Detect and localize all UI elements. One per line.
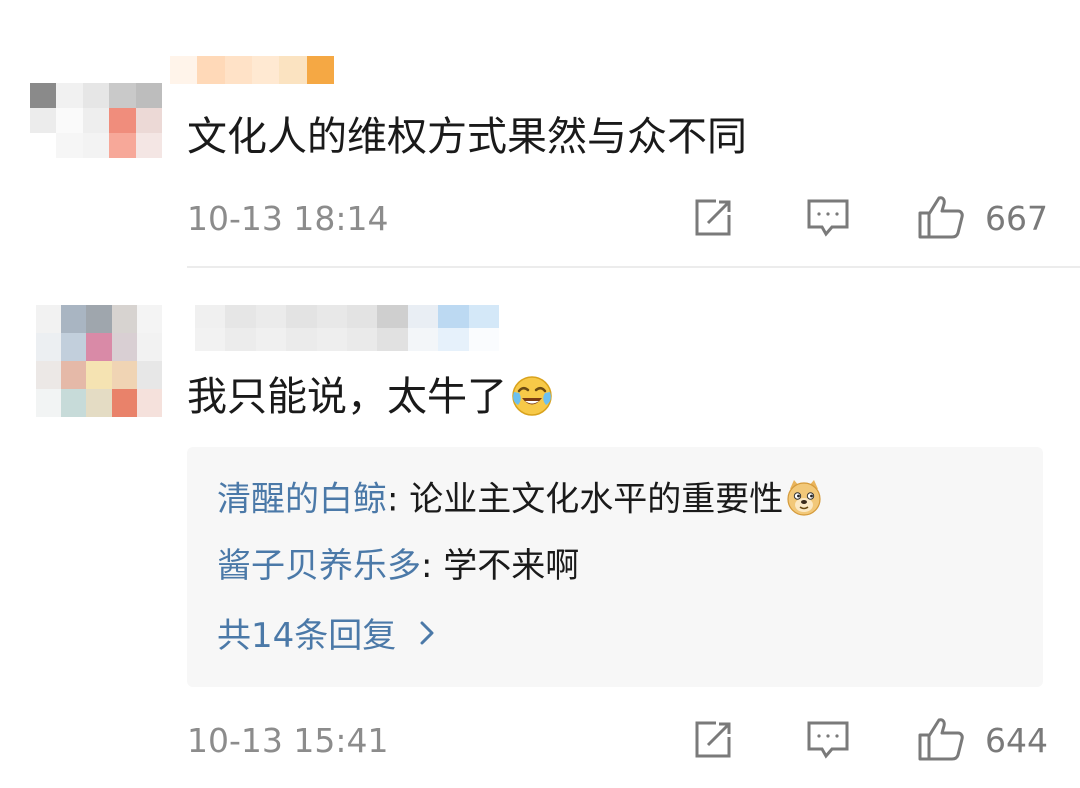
reply-box[interactable]: 清醒的白鲸: 论业主文化水平的重要性 酱子贝养乐多: 学不来啊 共14条回复 [187, 447, 1043, 687]
timestamp: 10-13 18:14 [187, 199, 389, 238]
like-icon[interactable] [917, 716, 965, 766]
comment-text: 文化人的维权方式果然与众不同 [187, 114, 747, 160]
comment-icon[interactable] [806, 719, 850, 765]
share-icon[interactable] [692, 197, 734, 243]
reply-separator: : [387, 479, 410, 520]
chevron-right-icon [419, 618, 435, 652]
more-replies-link[interactable]: 共14条回复 [217, 619, 435, 655]
reply-item: 酱子贝养乐多: 学不来啊 [217, 549, 579, 583]
timestamp: 10-13 15:41 [187, 721, 389, 760]
reply-author[interactable]: 清醒的白鲸 [217, 480, 387, 520]
avatar[interactable] [36, 305, 162, 417]
username[interactable] [170, 56, 334, 84]
username[interactable] [195, 305, 499, 351]
reply-text: 论业主文化水平的重要性 [409, 479, 784, 520]
reply-author[interactable]: 酱子贝养乐多 [217, 546, 421, 586]
share-icon[interactable] [692, 719, 734, 765]
reply-item: 清醒的白鲸: 论业主文化水平的重要性 [217, 479, 823, 520]
comment-icon[interactable] [806, 197, 850, 243]
comment-text: 我只能说，太牛了 [187, 374, 553, 420]
laughing-tears-emoji [511, 375, 553, 417]
doge-emoji [785, 479, 823, 517]
comment-text-content: 我只能说，太牛了 [187, 374, 507, 420]
avatar[interactable] [30, 83, 162, 158]
like-count: 667 [985, 199, 1048, 238]
divider [187, 266, 1080, 268]
reply-text: 学不来啊 [443, 546, 580, 586]
like-icon[interactable] [917, 194, 965, 244]
like-count: 644 [985, 721, 1048, 760]
more-replies-label: 共14条回复 [217, 616, 397, 656]
reply-separator: : [421, 546, 444, 586]
